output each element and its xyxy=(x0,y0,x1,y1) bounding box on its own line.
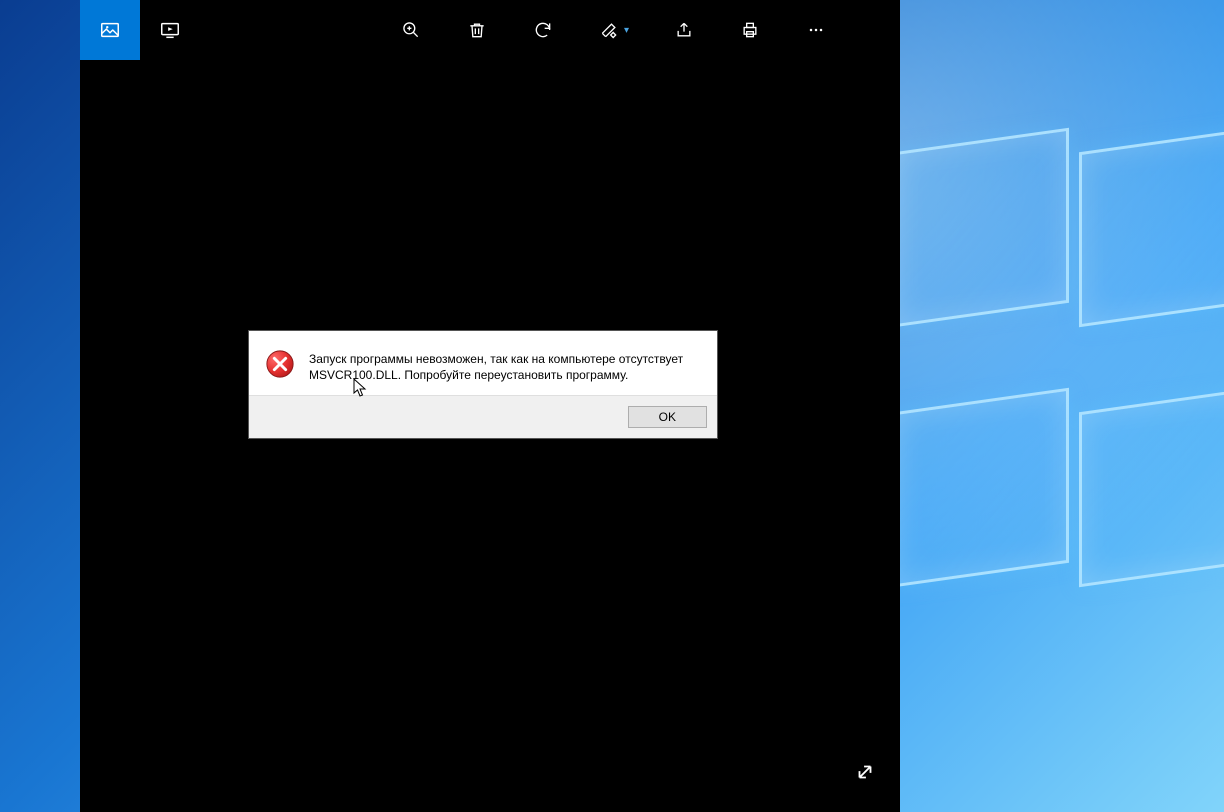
edit-draw-icon xyxy=(598,19,620,41)
error-message-text: Запуск программы невозможен, так как на … xyxy=(309,349,701,383)
zoom-button[interactable] xyxy=(400,19,422,41)
delete-button[interactable] xyxy=(466,19,488,41)
dialog-footer: OK xyxy=(249,395,717,438)
print-icon xyxy=(739,19,761,41)
ok-button[interactable]: OK xyxy=(628,406,707,428)
delete-icon xyxy=(466,19,488,41)
print-button[interactable] xyxy=(739,19,761,41)
rotate-icon xyxy=(532,19,554,41)
photos-toolbar: ▾ xyxy=(80,0,900,60)
zoom-in-icon xyxy=(400,19,422,41)
rotate-button[interactable] xyxy=(532,19,554,41)
error-dialog: Запуск программы невозможен, так как на … xyxy=(248,330,718,439)
share-icon xyxy=(673,19,695,41)
more-icon xyxy=(805,19,827,41)
edit-button[interactable]: ▾ xyxy=(598,19,629,41)
windows-logo-panes xyxy=(854,140,1224,720)
slideshow-icon xyxy=(159,19,181,41)
view-photo-button[interactable] xyxy=(80,0,140,60)
chevron-down-icon: ▾ xyxy=(624,25,629,36)
photo-icon xyxy=(99,19,121,41)
slideshow-button[interactable] xyxy=(140,0,200,60)
error-icon xyxy=(265,349,295,383)
share-button[interactable] xyxy=(673,19,695,41)
fullscreen-button[interactable] xyxy=(854,761,876,788)
more-button[interactable] xyxy=(805,19,827,41)
